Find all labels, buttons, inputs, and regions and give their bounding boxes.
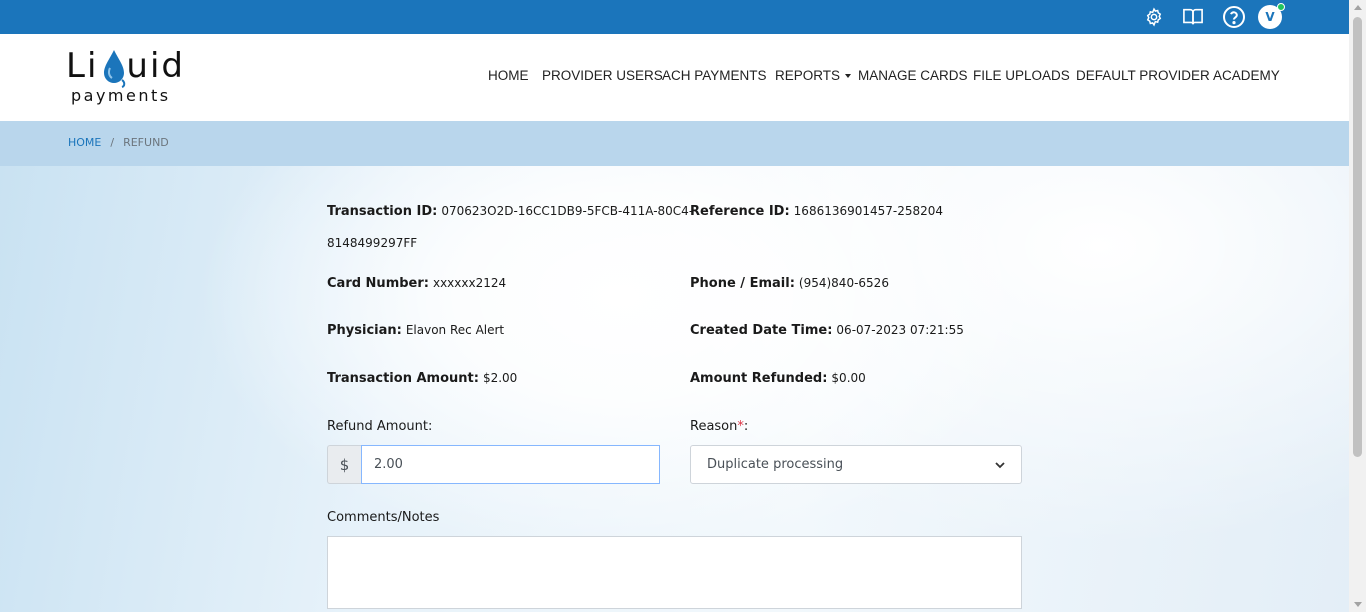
nav-manage-cards[interactable]: MANAGE CARDS bbox=[858, 68, 968, 83]
scroll-up-icon[interactable] bbox=[1354, 5, 1362, 10]
main-navbar: Li uid payments HOME PROVIDER USERS ACH P… bbox=[0, 34, 1349, 121]
comments-textarea[interactable] bbox=[327, 536, 1022, 609]
logo-subtitle: payments bbox=[71, 86, 171, 105]
card-number-value: xxxxxx2124 bbox=[432, 276, 507, 290]
reason-selected-value: Duplicate processing bbox=[707, 457, 844, 472]
top-utility-bar: V bbox=[0, 0, 1349, 34]
reason-select[interactable]: Duplicate processing bbox=[690, 445, 1022, 484]
chevron-down-icon bbox=[995, 461, 1005, 468]
physician: Physician: Elavon Rec Alert bbox=[327, 323, 505, 338]
breadcrumb: HOME / REFUND bbox=[68, 136, 169, 149]
reference-id: Reference ID: 1686136901457-258204 bbox=[690, 204, 944, 219]
nav-reports-label: REPORTS bbox=[775, 68, 841, 83]
water-drop-icon bbox=[104, 50, 126, 88]
nav-provider-users[interactable]: PROVIDER USERS bbox=[542, 68, 663, 83]
transaction-amount-value: $2.00 bbox=[482, 371, 518, 385]
created-date-time-value: 06-07-2023 07:21:55 bbox=[836, 323, 964, 337]
breadcrumb-home[interactable]: HOME bbox=[68, 136, 101, 149]
card-number: Card Number: xxxxxx2124 bbox=[327, 276, 507, 291]
page-scrollbar[interactable] bbox=[1349, 0, 1366, 612]
user-avatar[interactable]: V bbox=[1258, 3, 1285, 29]
transaction-id: Transaction ID: 070623O2D-16CC1DB9-5FCB-4… bbox=[327, 204, 694, 219]
chevron-down-icon bbox=[845, 74, 852, 79]
help-icon[interactable] bbox=[1222, 5, 1246, 29]
refund-amount-input[interactable]: 2.00 bbox=[361, 445, 660, 484]
nav-ach-payments[interactable]: ACH PAYMENTS bbox=[662, 68, 767, 83]
nav-default-provider[interactable]: DEFAULT PROVIDER bbox=[1076, 68, 1210, 83]
amount-refunded-value: $0.00 bbox=[831, 371, 866, 385]
nav-academy[interactable]: ACADEMY bbox=[1213, 68, 1280, 83]
phone-email: Phone / Email: (954)840-6526 bbox=[690, 276, 889, 291]
nav-file-uploads[interactable]: FILE UPLOADS bbox=[973, 68, 1070, 83]
transaction-id-value-cont: 8148499297FF bbox=[327, 236, 418, 250]
reference-id-value: 1686136901457-258204 bbox=[793, 204, 944, 218]
scroll-down-icon[interactable] bbox=[1354, 602, 1362, 607]
avatar-initial: V bbox=[1265, 10, 1275, 24]
transaction-id-value: 070623O2D-16CC1DB9-5FCB-411A-80C4- bbox=[441, 204, 694, 218]
scrollbar-thumb[interactable] bbox=[1353, 17, 1362, 457]
nav-home[interactable]: HOME bbox=[488, 68, 529, 83]
comments-label: Comments/Notes bbox=[327, 510, 440, 525]
refund-amount-label: Refund Amount: bbox=[327, 419, 433, 434]
created-date-time: Created Date Time: 06-07-2023 07:21:55 bbox=[690, 323, 964, 338]
online-status-dot bbox=[1277, 3, 1285, 11]
breadcrumb-current: REFUND bbox=[123, 136, 169, 149]
transaction-amount: Transaction Amount: $2.00 bbox=[327, 371, 518, 386]
phone-email-value: (954)840-6526 bbox=[798, 276, 889, 290]
liquid-payments-logo[interactable]: Li uid payments bbox=[66, 46, 196, 108]
refund-amount-group: $ 2.00 bbox=[327, 445, 660, 484]
amount-refunded: Amount Refunded: $0.00 bbox=[690, 371, 866, 386]
physician-value: Elavon Rec Alert bbox=[405, 323, 505, 337]
breadcrumb-separator: / bbox=[110, 136, 115, 149]
currency-addon: $ bbox=[327, 445, 361, 484]
book-icon[interactable] bbox=[1181, 5, 1205, 29]
gear-icon[interactable] bbox=[1142, 5, 1166, 29]
breadcrumb-bar: HOME / REFUND bbox=[0, 121, 1349, 166]
reason-label: Reason*: bbox=[690, 419, 749, 434]
nav-reports[interactable]: REPORTS bbox=[775, 68, 852, 83]
